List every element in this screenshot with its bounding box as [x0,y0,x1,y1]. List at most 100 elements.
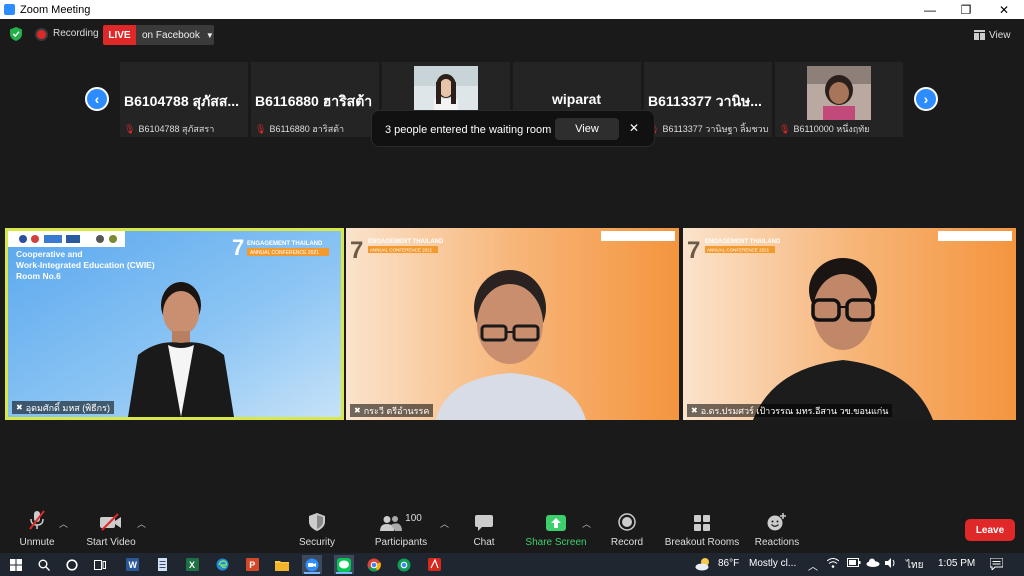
security-shield-icon [309,513,325,531]
line-app-icon[interactable] [334,555,354,574]
thumbnail-display-name: wiparat [552,91,602,107]
svg-text:P: P [249,560,255,570]
windows-start-icon[interactable] [6,555,26,574]
action-center-icon[interactable] [989,557,1004,573]
participant-video-feed: Cooperative and Work-Integrated Educatio… [8,231,341,417]
breakout-rooms-label: Breakout Rooms [664,537,740,548]
thumbnail-nametag-text: B6110000 หนึ่งฤทัย [793,124,870,134]
thumbnail-nametag-text: B6113377 วานิษฐา ลิ้มชวบ [662,124,769,134]
participant-thumbnail[interactable]: 🎙︎ B6110000 หนึ่งฤทัย [775,62,903,137]
chat-bubble-icon [475,515,493,531]
participant-video-feed: 7 ENGAGEMENT THAILAND ANNUAL CONFERENCE … [683,228,1016,420]
grid-view-icon [974,30,985,40]
weather-temperature[interactable]: 86°F [718,558,739,569]
meeting-topbar: Recording LIVE on Facebook ▼ View [0,23,1024,47]
encryption-shield-icon[interactable] [10,27,22,41]
security-button[interactable]: Security [296,505,338,553]
participants-count-badge: 100 [405,513,422,524]
video-tile-active-speaker[interactable]: Cooperative and Work-Integrated Educatio… [5,228,344,420]
volume-icon[interactable] [885,558,897,571]
share-screen-button[interactable]: Share Screen [524,505,588,553]
powerpoint-app-icon[interactable]: P [242,555,262,574]
edge-browser-icon[interactable] [212,555,232,574]
battery-icon[interactable] [847,558,861,570]
wifi-icon[interactable] [826,558,840,571]
maximize-button[interactable]: ❐ [946,0,986,19]
svg-text:X: X [189,560,195,570]
video-tile[interactable]: 7 ENGAGEMENT THAILAND ANNUAL CONFERENCE … [346,228,679,420]
reactions-label: Reactions [754,537,800,548]
recording-label[interactable]: Recording [53,28,99,39]
stream-target-dropdown[interactable]: on Facebook ▼ [136,25,214,45]
onedrive-cloud-icon[interactable] [866,558,880,570]
zoom-app-icon [4,4,15,15]
strip-next-button[interactable]: › [914,87,938,111]
participant-thumbnail[interactable]: B6116880 ฮาริสต้า 🎙︎ B6116880 ฮาริสต้า [251,62,379,137]
word-app-icon[interactable]: W [122,555,142,574]
weather-description[interactable]: Mostly cl... [749,558,796,569]
security-label: Security [298,537,336,548]
chrome-browser-icon[interactable] [364,555,384,574]
unmute-label: Unmute [19,537,55,548]
excel-app-icon[interactable]: X [182,555,202,574]
participant-nametag: ✖ อ.ดร.ปรมศวร์ เป้าวรรณ มทร.อีสาน วข.ขอนแ… [687,404,893,417]
leave-meeting-button[interactable]: Leave [965,519,1015,541]
chat-button[interactable]: Chat [466,505,502,553]
svg-text:ENGAGEMENT THAILAND: ENGAGEMENT THAILAND [368,239,444,245]
start-video-button[interactable]: Start Video [83,505,139,553]
strip-prev-button[interactable]: ‹ [85,87,109,111]
participant-nametag: ✖ กระวี ตรีอำนรรค [350,404,434,417]
thumbnail-nametag-text: B6104788 สุภัสสรา [138,124,215,134]
thumbnail-nametag: 🎙︎ B6104788 สุภัสสรา [124,122,214,136]
svg-text:ENGAGEMENT THAILAND: ENGAGEMENT THAILAND [247,241,323,247]
video-options-chevron-icon[interactable]: ︿ [137,517,146,530]
close-window-button[interactable]: ✕ [984,0,1024,19]
clock-time[interactable]: 1:05 PM [938,558,975,569]
share-options-chevron-icon[interactable]: ︿ [582,517,591,530]
acrobat-reader-icon[interactable] [424,555,444,574]
participant-thumbnail[interactable]: B6113377 วานิษ... 🎙︎B6113377 วานิษฐา ลิ้… [644,62,772,137]
microphone-muted-icon [29,510,45,530]
chat-label: Chat [473,537,495,548]
search-icon[interactable] [34,555,54,574]
svg-text:7: 7 [350,237,363,264]
weather-icon[interactable] [695,557,711,571]
input-language-indicator[interactable]: ไทย [906,558,923,573]
notepad-app-icon[interactable] [152,555,172,574]
breakout-rooms-button[interactable]: Breakout Rooms [662,505,742,553]
muted-mic-icon: 🎙︎ [255,123,267,134]
tray-overflow-chevron-icon[interactable]: ︿ [808,558,818,573]
notification-close-icon[interactable]: ✕ [629,121,639,135]
muted-mic-icon: 🎙︎ [779,123,791,134]
caret-down-icon: ▼ [205,30,214,40]
unmute-button[interactable]: Unmute [12,505,62,553]
waiting-room-view-button[interactable]: View [555,118,619,140]
participant-name: กระวี ตรีอำนรรค [363,405,430,416]
view-menu-button[interactable]: View [974,25,1020,45]
audio-options-chevron-icon[interactable]: ︿ [59,517,68,530]
participants-options-chevron-icon[interactable]: ︿ [440,517,449,530]
zoom-taskbar-icon[interactable] [302,555,322,574]
record-button[interactable]: Record [606,505,648,553]
svg-text:Cooperative and: Cooperative and [16,249,83,259]
live-badge[interactable]: LIVE [103,25,136,45]
minimize-button[interactable]: — [910,0,950,19]
cortana-circle-icon[interactable] [62,555,82,574]
share-screen-label: Share Screen [525,537,587,548]
breakout-rooms-grid-icon [694,515,710,531]
participant-video-feed: 7 ENGAGEMENT THAILAND ANNUAL CONFERENCE … [346,228,679,420]
reactions-button[interactable]: Reactions [752,505,802,553]
waiting-room-message: 3 people entered the waiting room [385,124,552,136]
thumbnail-nametag: 🎙︎ B6116880 ฮาริสต้า [255,122,344,136]
windows-taskbar: W X P 86°F Mostly cl... ︿ ไทย 1:05 PM [0,553,1024,576]
muted-mic-icon: ✖ [16,403,23,412]
task-view-icon[interactable] [90,555,110,574]
participants-button[interactable]: 100 Participants [372,505,430,553]
file-explorer-icon[interactable] [272,555,292,574]
video-tile[interactable]: 7 ENGAGEMENT THAILAND ANNUAL CONFERENCE … [683,228,1016,420]
participant-name: อุดมศักดิ์ มหส (พิธีกร) [25,402,110,413]
stream-target-label: on Facebook [142,29,200,41]
video-camera-off-icon [100,513,121,531]
participant-thumbnail[interactable]: B6104788 สุภัสส... 🎙︎ B6104788 สุภัสสรา [120,62,248,137]
chrome-profile-icon[interactable] [394,555,414,574]
